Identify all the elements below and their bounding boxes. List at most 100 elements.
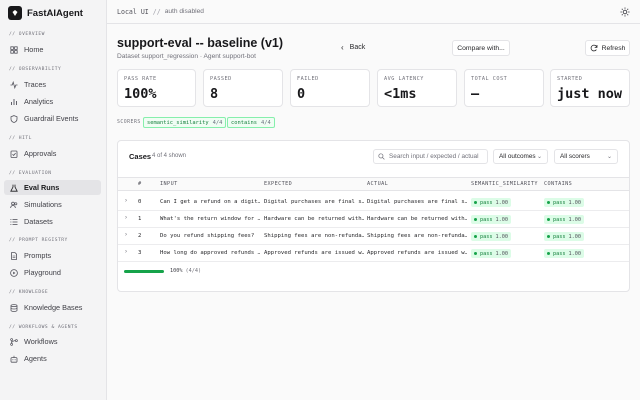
chevron-left-icon: ‹ <box>341 42 344 52</box>
sidebar-section-knowledge: // KNOWLEDGE <box>9 290 49 295</box>
stat-value: just now <box>557 86 623 102</box>
case-actual: Hardware can be returned with… <box>367 216 467 222</box>
sidebar-section-observability: // OBSERVABILITY <box>9 67 62 72</box>
sidebar-item-guardrail-events[interactable]: Guardrail Events <box>4 111 101 126</box>
outcome-filter-select[interactable]: All outcomes ⌄ <box>493 149 548 164</box>
scorer-chip-semantic-similarity[interactable]: semantic_similarity 4/4 <box>143 117 227 128</box>
column-header-actual: ACTUAL <box>367 181 389 187</box>
case-input: What's the return window for … <box>160 216 260 222</box>
pass-dot-icon <box>474 252 477 255</box>
progress-detail: (4/4) <box>185 268 202 274</box>
page-subtitle: Dataset support_regression · Agent suppo… <box>117 53 256 60</box>
table-row[interactable]: › 2 Do you refund shipping fees? Shippin… <box>118 228 629 245</box>
badge-score: 1.00 <box>568 250 582 257</box>
refresh-icon <box>590 44 597 52</box>
search-box[interactable] <box>373 149 488 164</box>
sidebar-item-prompts[interactable]: Prompts <box>4 248 101 263</box>
bar-chart-icon <box>10 98 18 106</box>
badge-score: 1.00 <box>495 250 509 257</box>
sidebar-item-analytics[interactable]: Analytics <box>4 94 101 109</box>
scorer-chip-contains[interactable]: contains 4/4 <box>227 117 275 128</box>
refresh-button[interactable]: Refresh <box>585 40 630 56</box>
sidebar-item-label: Approvals <box>24 149 57 158</box>
clipboard-check-icon <box>10 150 18 158</box>
column-header-semantic-similarity: SEMANTIC_SIMILARITY <box>471 181 538 187</box>
stat-value: — <box>471 86 480 102</box>
case-actual: Shipping fees are non-refunda… <box>367 233 467 239</box>
case-number: 2 <box>138 233 142 239</box>
sidebar-item-label: Guardrail Events <box>24 114 79 123</box>
sidebar-item-simulations[interactable]: Simulations <box>4 197 101 212</box>
table-row[interactable]: › 3 How long do approved refunds … Appro… <box>118 245 629 262</box>
back-label: Back <box>349 43 366 51</box>
case-number: 0 <box>138 199 142 205</box>
table-header: # INPUT EXPECTED ACTUAL SEMANTIC_SIMILAR… <box>118 177 629 191</box>
badge-status: pass <box>553 199 566 206</box>
sidebar-item-agents[interactable]: Agents <box>4 351 101 366</box>
case-input: Do you refund shipping fees? <box>160 233 255 239</box>
scorer-name: contains <box>231 119 257 126</box>
sidebar-item-playground[interactable]: Playground <box>4 265 101 280</box>
sidebar-item-traces[interactable]: Traces <box>4 77 101 92</box>
sidebar-section-overview: // OVERVIEW <box>9 32 45 37</box>
badge-status: pass <box>553 250 566 257</box>
pass-dot-icon <box>547 201 550 204</box>
column-header-number: # <box>138 181 142 187</box>
sidebar-section-prompt-registry: // PROMPT REGISTRY <box>9 238 68 243</box>
chevron-right-icon[interactable]: › <box>125 249 127 255</box>
progress-text: 100% (4/4) <box>170 268 201 274</box>
column-header-input: INPUT <box>160 181 178 187</box>
semantic-similarity-badge: pass 1.00 <box>471 198 511 207</box>
scorer-name: semantic_similarity <box>147 119 209 126</box>
search-input[interactable] <box>389 153 487 160</box>
sidebar-item-home[interactable]: Home <box>4 42 101 57</box>
chevron-right-icon[interactable]: › <box>125 232 127 238</box>
badge-score: 1.00 <box>568 199 582 206</box>
case-input: Can I get a refund on a digit… <box>160 199 260 205</box>
brand-name: FastAIAgent <box>27 7 83 19</box>
contains-badge: pass 1.00 <box>544 198 584 207</box>
compare-button[interactable]: Compare with... <box>452 40 510 56</box>
users-icon <box>10 201 18 209</box>
back-button[interactable]: ‹ Back <box>341 40 365 54</box>
topbar: Local UI // auth disabled <box>107 0 640 24</box>
cases-count: 4 of 4 shown <box>152 153 187 159</box>
brand[interactable]: FastAIAgent <box>8 5 83 21</box>
pass-dot-icon <box>474 201 477 204</box>
sidebar-item-eval-runs[interactable]: Eval Runs <box>4 180 101 195</box>
sidebar-item-approvals[interactable]: Approvals <box>4 146 101 161</box>
case-actual: Digital purchases are final s… <box>367 199 467 205</box>
stat-avg-latency: AVG LATENCY <1ms <box>377 69 457 107</box>
sidebar-item-label: Prompts <box>24 251 52 260</box>
chevron-right-icon[interactable]: › <box>125 215 127 221</box>
topbar-separator: // <box>152 7 161 16</box>
pass-dot-icon <box>474 218 477 221</box>
table-row[interactable]: › 0 Can I get a refund on a digit… Digit… <box>118 194 629 211</box>
badge-status: pass <box>553 233 566 240</box>
stat-label: PASSED <box>210 76 232 82</box>
semantic-similarity-badge: pass 1.00 <box>471 232 511 241</box>
table-row[interactable]: › 1 What's the return window for … Hardw… <box>118 211 629 228</box>
sidebar-item-datasets[interactable]: Datasets <box>4 214 101 229</box>
contains-badge: pass 1.00 <box>544 215 584 224</box>
stat-value: 8 <box>210 86 219 102</box>
sidebar: FastAIAgent // OVERVIEW Home // OBSERVAB… <box>0 0 107 400</box>
scorer-filter-select[interactable]: All scorers ⌄ <box>554 149 618 164</box>
chevron-down-icon: ⌄ <box>606 154 612 160</box>
auth-status: auth disabled <box>164 8 204 15</box>
sidebar-item-label: Simulations <box>24 200 62 209</box>
stat-passed: PASSED 8 <box>203 69 283 107</box>
outcome-filter-value: All outcomes <box>499 153 536 160</box>
sidebar-item-workflows[interactable]: Workflows <box>4 334 101 349</box>
bot-icon <box>10 355 18 363</box>
sun-icon[interactable] <box>620 7 630 17</box>
chevron-right-icon[interactable]: › <box>125 198 127 204</box>
column-header-expected: EXPECTED <box>264 181 293 187</box>
stat-label: PASS RATE <box>124 76 157 82</box>
scorers-label: SCORERS <box>117 120 141 125</box>
sidebar-item-label: Workflows <box>24 337 58 346</box>
badge-score: 1.00 <box>495 233 509 240</box>
play-icon <box>10 268 18 277</box>
stat-label: AVG LATENCY <box>384 76 424 82</box>
sidebar-item-knowledge-bases[interactable]: Knowledge Bases <box>4 300 101 315</box>
